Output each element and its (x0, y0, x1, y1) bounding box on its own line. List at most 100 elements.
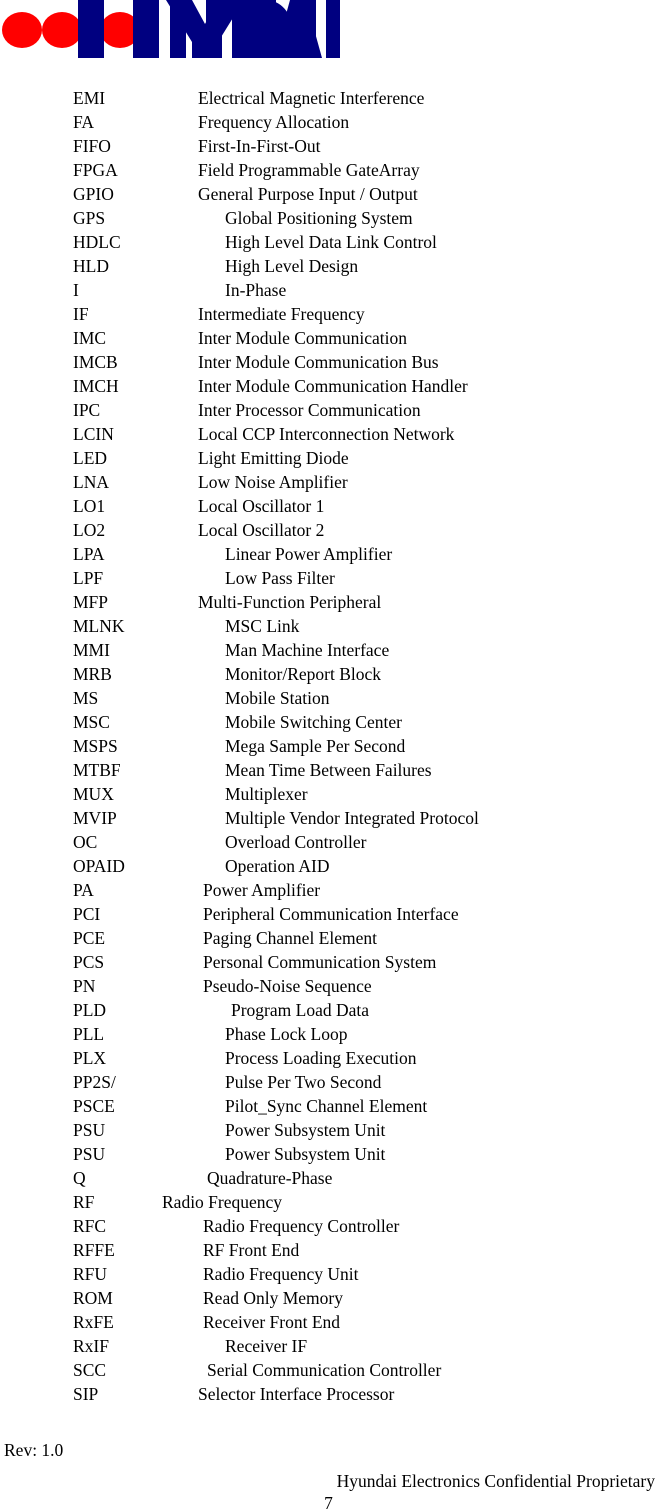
abbreviation-row: Q Quadrature-Phase (0, 1166, 657, 1190)
abbreviation-definition: RF Front End (203, 1240, 300, 1260)
abbreviation-definition: Inter Processor Communication (198, 400, 421, 420)
abbreviation-definition: Radio Frequency (162, 1192, 283, 1212)
abbreviation-row: RFU Radio Frequency Unit (0, 1262, 657, 1286)
abbreviation-term: LED (73, 448, 108, 468)
abbreviation-term: MMI (73, 640, 110, 660)
logo-red-dots (2, 12, 140, 48)
abbreviation-term: MSC (73, 712, 110, 732)
abbreviation-definition: General Purpose Input / Output (198, 184, 418, 204)
abbreviation-term: RF (73, 1192, 95, 1212)
abbreviation-term: FPGA (73, 160, 118, 180)
abbreviation-row: SCC Serial Communication Controller (0, 1358, 657, 1382)
abbreviation-row: LO1 Local Oscillator 1 (0, 494, 657, 518)
abbreviation-definition: Multiplexer (225, 784, 308, 804)
document-page: EMI Electrical Magnetic Interference FA Fre… (0, 0, 657, 1511)
abbreviation-term: PSU (73, 1144, 106, 1164)
abbreviation-row: LPF Low Pass Filter (0, 566, 657, 590)
abbreviation-definition: Power Amplifier (203, 880, 321, 900)
abbreviation-row: RxFE Receiver Front End (0, 1310, 657, 1334)
abbreviation-row: PCS Personal Communication System (0, 950, 657, 974)
abbreviation-term: FA (73, 112, 95, 132)
abbreviation-definition: Radio Frequency Unit (203, 1264, 359, 1284)
abbreviation-definition: Receiver Front End (203, 1312, 341, 1332)
abbreviation-definition: Electrical Magnetic Interference (198, 88, 425, 108)
abbreviation-row: PSCE Pilot_Sync Channel Element (0, 1094, 657, 1118)
abbreviation-row: PCI Peripheral Communication Interface (0, 902, 657, 926)
abbreviation-definition: Mobile Station (225, 688, 330, 708)
abbreviation-term: PSCE (73, 1096, 115, 1116)
abbreviation-row: MMI Man Machine Interface (0, 638, 657, 662)
abbreviation-row: GPS Global Positioning System (0, 206, 657, 230)
abbreviation-term: MRB (73, 664, 112, 684)
abbreviation-definition: Light Emitting Diode (198, 448, 349, 468)
hyundai-logo (0, 0, 340, 58)
abbreviation-definition: Receiver IF (225, 1336, 308, 1356)
abbreviation-row: PLD Program Load Data (0, 998, 657, 1022)
abbreviation-row: ROM Read Only Memory (0, 1286, 657, 1310)
abbreviation-definition: Overload Controller (225, 832, 367, 852)
abbreviation-definition: MSC Link (225, 616, 300, 636)
abbreviation-term: LPA (73, 544, 105, 564)
abbreviation-row: PLL Phase Lock Loop (0, 1022, 657, 1046)
abbreviation-term: MSPS (73, 736, 118, 756)
abbreviation-definition: In-Phase (225, 280, 287, 300)
hyundai-logo-graphic (2, 0, 316, 58)
abbreviation-term: OC (73, 832, 98, 852)
abbreviation-term: PA (73, 880, 94, 900)
abbreviation-definition: Selector Interface Processor (198, 1384, 395, 1404)
abbreviation-definition: Power Subsystem Unit (225, 1120, 386, 1140)
abbreviation-row: LPA Linear Power Amplifier (0, 542, 657, 566)
abbreviation-row: RxIF Receiver IF (0, 1334, 657, 1358)
abbreviation-definition: Pulse Per Two Second (225, 1072, 382, 1092)
abbreviation-row: HDLC High Level Data Link Control (0, 230, 657, 254)
abbreviation-definition: Local Oscillator 1 (198, 496, 325, 516)
abbreviation-definition: Intermediate Frequency (198, 304, 365, 324)
abbreviation-definition: Local CCP Interconnection Network (198, 424, 455, 444)
abbreviation-row: MS Mobile Station (0, 686, 657, 710)
abbreviation-term: LO2 (73, 520, 106, 540)
abbreviation-definition: Multi-Function Peripheral (198, 592, 382, 612)
abbreviation-term: GPS (73, 208, 106, 228)
abbreviation-row: MTBF Mean Time Between Failures (0, 758, 657, 782)
abbreviation-definition: Linear Power Amplifier (225, 544, 393, 564)
page-footer: Rev: 1.0 Hyundai Electronics Confidentia… (0, 1438, 657, 1511)
abbreviation-term: RFU (73, 1264, 108, 1284)
abbreviation-definition: Peripheral Communication Interface (203, 904, 459, 924)
abbreviation-row: MLNK MSC Link (0, 614, 657, 638)
abbreviation-term: LCIN (73, 424, 114, 444)
abbreviation-row: IMC Inter Module Communication (0, 326, 657, 350)
abbreviation-row: MUX Multiplexer (0, 782, 657, 806)
abbreviation-definition: Quadrature-Phase (207, 1168, 333, 1188)
abbreviation-row: PSU Power Subsystem Unit (0, 1142, 657, 1166)
abbreviation-definition: High Level Design (225, 256, 359, 276)
abbreviation-row: FPGA Field Programmable GateArray (0, 158, 657, 182)
abbreviation-definition: Inter Module Communication Handler (198, 376, 468, 396)
abbreviation-row: RFC Radio Frequency Controller (0, 1214, 657, 1238)
abbreviation-definition: Serial Communication Controller (207, 1360, 442, 1380)
abbreviation-row: MSC Mobile Switching Center (0, 710, 657, 734)
abbreviation-row: PA Power Amplifier (0, 878, 657, 902)
abbreviation-definition: Mobile Switching Center (225, 712, 402, 732)
abbreviation-row: RF Radio Frequency (0, 1190, 657, 1214)
abbreviation-definition: Pilot_Sync Channel Element (225, 1096, 428, 1116)
abbreviation-term: RFC (73, 1216, 107, 1236)
abbreviation-definition: Man Machine Interface (225, 640, 390, 660)
abbreviation-definition: Operation AID (225, 856, 330, 876)
revision-label: Rev: 1.0 (4, 1440, 64, 1460)
abbreviation-term: I (73, 280, 79, 300)
abbreviation-definition: Low Noise Amplifier (198, 472, 348, 492)
abbreviation-row: SIP Selector Interface Processor (0, 1382, 657, 1406)
abbreviation-row: IF Intermediate Frequency (0, 302, 657, 326)
abbreviation-row: LNA Low Noise Amplifier (0, 470, 657, 494)
abbreviation-definition: Radio Frequency Controller (203, 1216, 400, 1236)
abbreviation-term: LNA (73, 472, 109, 492)
abbreviation-definition: High Level Data Link Control (225, 232, 437, 252)
abbreviation-term: PN (73, 976, 96, 996)
abbreviation-definition: Power Subsystem Unit (225, 1144, 386, 1164)
abbreviation-row: PP2S/Pulse Per Two Second (0, 1070, 657, 1094)
abbreviation-definition: Inter Module Communication Bus (198, 352, 439, 372)
abbreviation-row: MFP Multi-Function Peripheral (0, 590, 657, 614)
abbreviation-row: EMI Electrical Magnetic Interference (0, 86, 657, 110)
abbreviation-row: FA Frequency Allocation (0, 110, 657, 134)
abbreviation-term: RFFE (73, 1240, 115, 1260)
